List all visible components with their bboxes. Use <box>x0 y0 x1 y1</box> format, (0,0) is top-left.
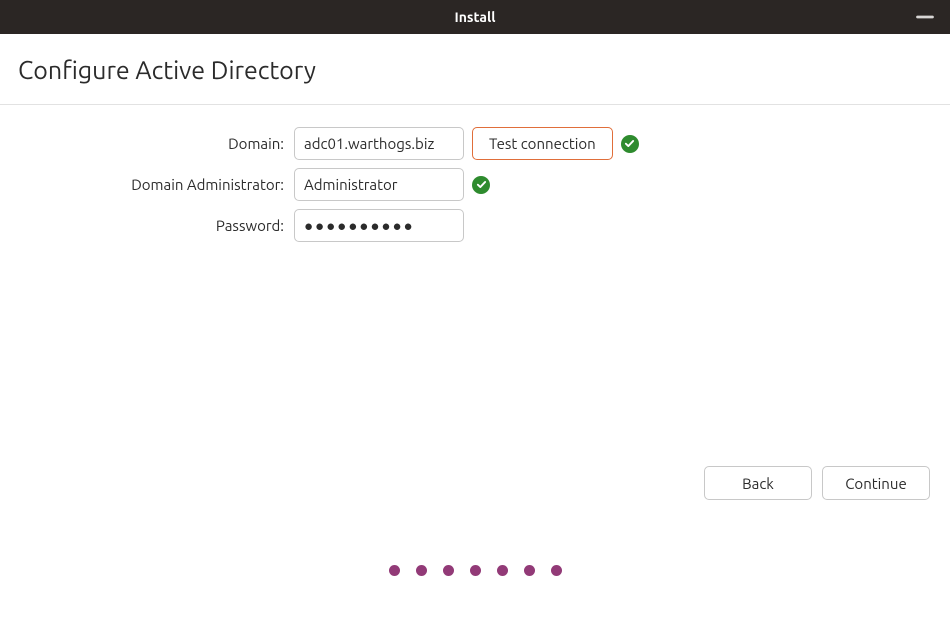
content-area: Configure Active Directory Domain: Test … <box>0 34 950 618</box>
progress-indicator <box>0 565 950 576</box>
test-connection-button[interactable]: Test connection <box>472 127 613 160</box>
admin-label: Domain Administrator: <box>0 176 286 193</box>
admin-row: Domain Administrator: <box>0 168 950 201</box>
progress-dot <box>524 565 535 576</box>
form-area: Domain: Test connection Domain Administr… <box>0 105 950 242</box>
password-input[interactable] <box>294 209 464 242</box>
progress-dot <box>470 565 481 576</box>
footer-buttons: Back Continue <box>704 466 930 500</box>
page-header: Configure Active Directory <box>0 34 950 105</box>
checkmark-icon <box>472 176 490 194</box>
domain-input[interactable] <box>294 127 464 160</box>
progress-dot <box>443 565 454 576</box>
continue-button[interactable]: Continue <box>822 466 930 500</box>
domain-label: Domain: <box>0 135 286 152</box>
password-label: Password: <box>0 217 286 234</box>
titlebar: Install <box>0 0 950 34</box>
admin-input[interactable] <box>294 168 464 201</box>
progress-dot <box>389 565 400 576</box>
domain-row: Domain: Test connection <box>0 127 950 160</box>
page-title: Configure Active Directory <box>18 56 932 84</box>
progress-dot <box>497 565 508 576</box>
progress-dot <box>416 565 427 576</box>
minimize-icon[interactable] <box>916 8 934 26</box>
back-button[interactable]: Back <box>704 466 812 500</box>
progress-dot <box>551 565 562 576</box>
checkmark-icon <box>621 135 639 153</box>
window-title: Install <box>455 9 496 25</box>
password-row: Password: <box>0 209 950 242</box>
